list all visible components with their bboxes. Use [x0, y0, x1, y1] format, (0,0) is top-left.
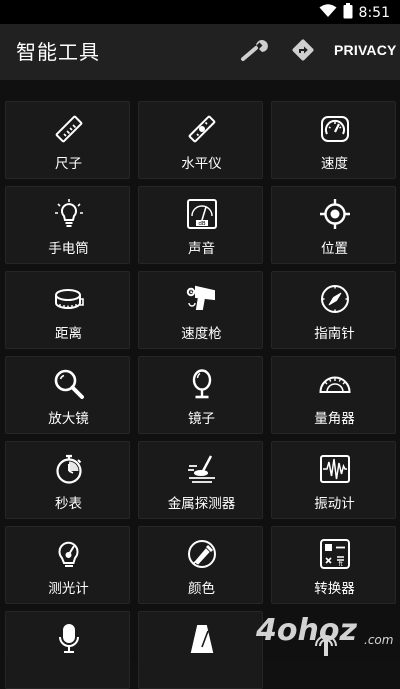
svg-text:ft: ft — [338, 561, 343, 568]
tool-metal-detector[interactable]: 金属探测器 — [138, 441, 263, 519]
speedometer-icon — [319, 113, 351, 145]
tool-microphone[interactable] — [5, 611, 130, 689]
tool-metronome[interactable] — [138, 611, 263, 689]
protractor-icon — [319, 368, 351, 400]
tool-protractor[interactable]: 量角器 — [271, 356, 396, 434]
tool-label: 秒表 — [55, 496, 82, 512]
db-meter-icon: dB — [186, 198, 218, 230]
tool-speed-gun[interactable]: 速度枪 — [138, 271, 263, 349]
color-picker-icon — [186, 538, 218, 570]
tool-label: 声音 — [188, 241, 215, 257]
tool-sound[interactable]: dB 声音 — [138, 186, 263, 264]
svg-text:.com: .com — [364, 633, 393, 647]
tool-label: 放大镜 — [48, 411, 89, 427]
directions-button[interactable] — [287, 36, 319, 68]
tool-grid: 尺子 水平仪 速度 手电筒 dB 声音 位置 距离 速度枪 指南针 放大镜 镜子… — [0, 80, 400, 689]
app-bar: 智能工具 PRIVACY — [0, 24, 400, 80]
vibrometer-icon — [319, 453, 351, 485]
wifi-icon — [319, 4, 337, 22]
compass-icon — [319, 283, 351, 315]
metal-detector-icon — [186, 453, 218, 485]
stopwatch-icon — [53, 453, 85, 485]
svg-text:dB: dB — [198, 221, 205, 227]
speed-gun-icon — [186, 283, 218, 315]
status-time: 8:51 — [358, 5, 390, 21]
tool-label: 颜色 — [188, 581, 215, 597]
tool-label: 测光计 — [48, 581, 89, 597]
tool-label: 水平仪 — [181, 156, 222, 172]
tool-label: 转换器 — [314, 581, 355, 597]
wrench-button[interactable] — [238, 36, 272, 68]
battery-icon — [343, 3, 353, 23]
light-meter-icon — [53, 538, 85, 570]
tool-label: 指南针 — [314, 326, 355, 342]
privacy-button[interactable]: PRIVACY — [334, 42, 397, 58]
wrench-icon — [240, 37, 270, 67]
tool-compass[interactable]: 指南针 — [271, 271, 396, 349]
tool-color[interactable]: 颜色 — [138, 526, 263, 604]
watermark-logo: 4ohoz .com — [252, 606, 400, 660]
tool-label: 手电筒 — [48, 241, 89, 257]
tool-label: 尺子 — [55, 156, 82, 172]
tool-ruler[interactable]: 尺子 — [5, 101, 130, 179]
directions-icon — [291, 38, 315, 66]
bulb-icon — [53, 198, 85, 230]
tool-label: 位置 — [321, 241, 348, 257]
microphone-icon — [53, 623, 85, 655]
tool-label: 镜子 — [188, 411, 215, 427]
level-icon — [186, 113, 218, 145]
tool-magnifier[interactable]: 放大镜 — [5, 356, 130, 434]
status-icons: 8:51 — [319, 3, 390, 23]
tape-measure-icon — [53, 283, 85, 315]
tool-label: 金属探测器 — [167, 496, 236, 512]
ruler-icon — [53, 113, 85, 145]
tool-location[interactable]: 位置 — [271, 186, 396, 264]
tool-converter[interactable]: ft 转换器 — [271, 526, 396, 604]
gps-target-icon — [319, 198, 351, 230]
tool-speed[interactable]: 速度 — [271, 101, 396, 179]
tool-label: 距离 — [55, 326, 82, 342]
app-title: 智能工具 — [16, 40, 100, 64]
metronome-icon — [186, 623, 218, 655]
converter-icon: ft — [319, 538, 351, 570]
tool-stopwatch[interactable]: 秒表 — [5, 441, 130, 519]
mirror-icon — [186, 368, 218, 400]
status-bar: 8:51 — [0, 0, 400, 24]
tool-light-meter[interactable]: 测光计 — [5, 526, 130, 604]
tool-distance[interactable]: 距离 — [5, 271, 130, 349]
svg-text:4ohoz: 4ohoz — [255, 613, 357, 648]
tool-label: 量角器 — [314, 411, 355, 427]
tool-label: 速度枪 — [181, 326, 222, 342]
tool-mirror[interactable]: 镜子 — [138, 356, 263, 434]
tool-flashlight[interactable]: 手电筒 — [5, 186, 130, 264]
tool-vibrometer[interactable]: 振动计 — [271, 441, 396, 519]
tool-label: 速度 — [321, 156, 348, 172]
tool-label: 振动计 — [314, 496, 355, 512]
magnifier-icon — [53, 368, 85, 400]
tool-level[interactable]: 水平仪 — [138, 101, 263, 179]
